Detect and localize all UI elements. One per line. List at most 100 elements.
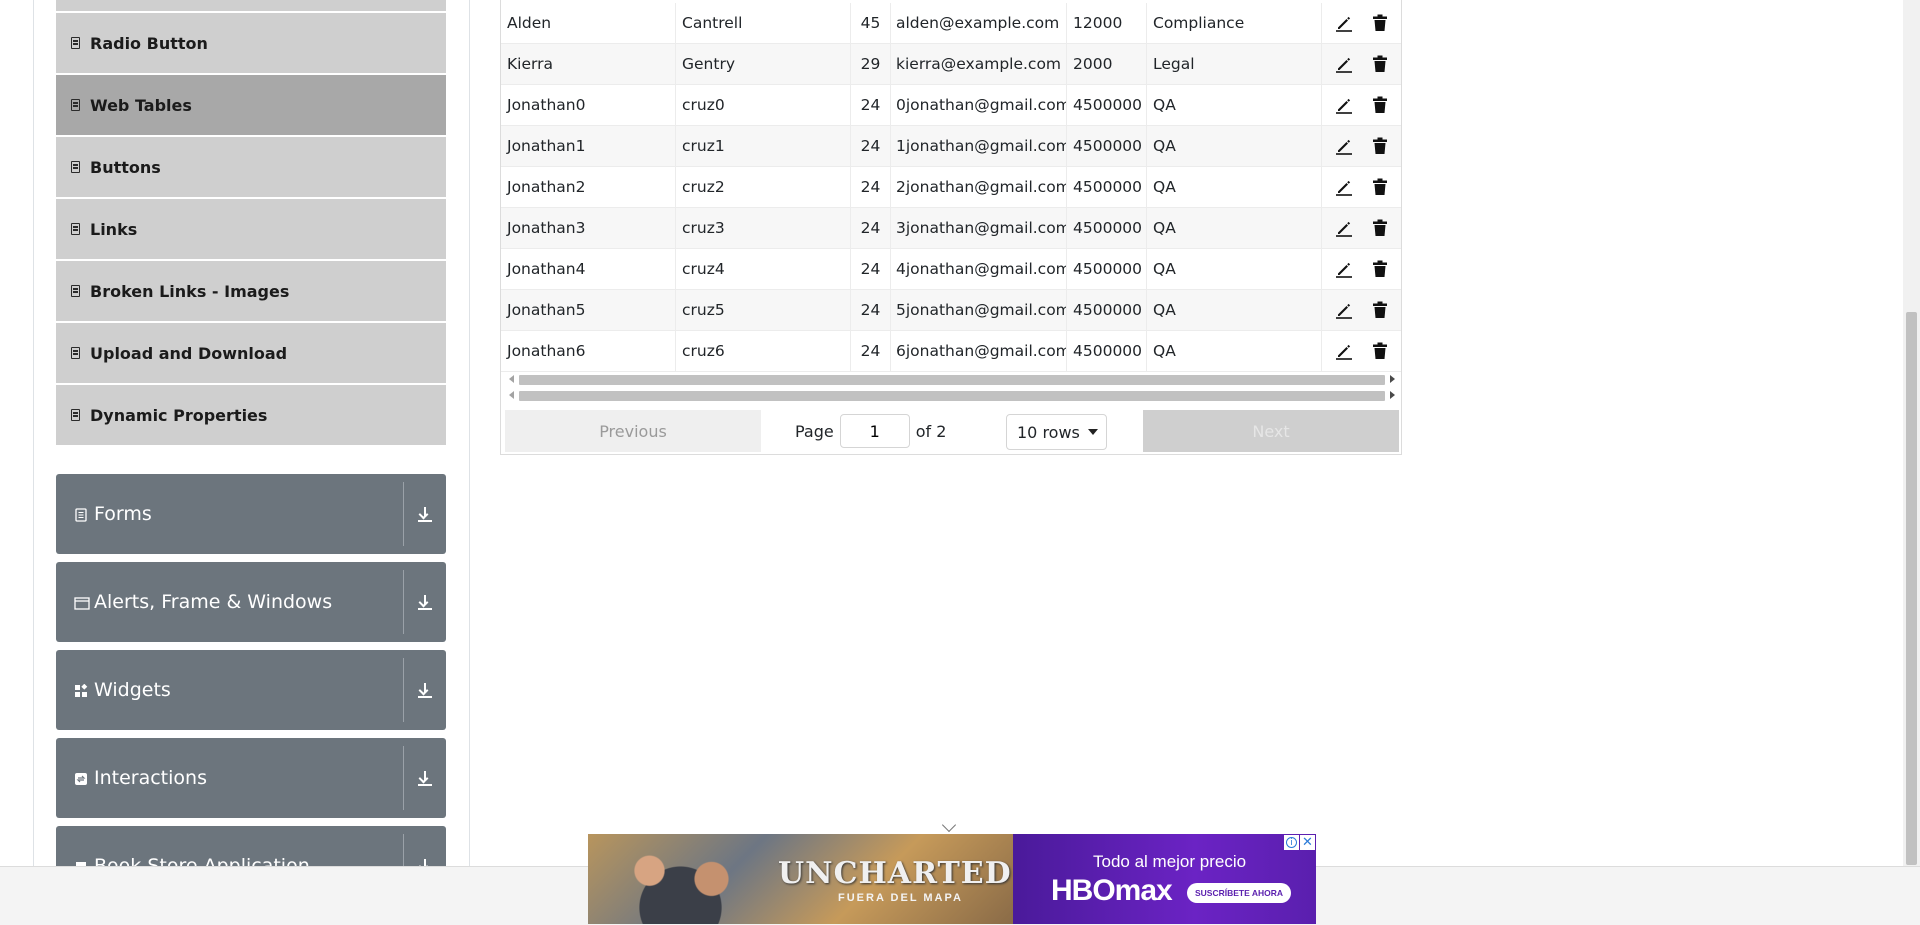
group-expand-button[interactable] [404, 594, 446, 610]
web-table: Alden Cantrell 45 alden@example.com 12000 Com… [500, 0, 1402, 455]
delete-icon[interactable] [1370, 94, 1390, 116]
scroll-left-arrow-icon[interactable] [509, 375, 514, 383]
ad-brand-panel[interactable]: Todo al mejor precio HBOmax SUSCRÍBETE A… [1013, 834, 1316, 924]
page-jump-input[interactable] [839, 414, 910, 448]
ad-movie-title: UNCHARTED [778, 856, 1012, 891]
download-arrow-icon [418, 682, 432, 698]
table-cell-last: cruz5 [676, 290, 851, 330]
delete-icon[interactable] [1370, 340, 1390, 362]
table-cell-first: Alden [501, 3, 676, 43]
table-cell-actions [1322, 126, 1401, 166]
download-arrow-icon [418, 858, 432, 866]
table-cell-salary: 4500000 [1067, 208, 1147, 248]
page-scrollbar-thumb[interactable] [1906, 312, 1917, 865]
advertisement-banner[interactable]: UNCHARTED FUERA DEL MAPA Todo al mejor p… [588, 834, 1316, 924]
table-cell-email: 6jonathan@gmail.com [891, 331, 1067, 371]
download-arrow-icon [418, 770, 432, 786]
sidebar-group-widgets[interactable]: Widgets [56, 650, 446, 730]
ad-brand-logo: HBOmax [1051, 874, 1173, 907]
table-cell-email: alden@example.com [891, 3, 1067, 43]
table-cell-last: cruz0 [676, 85, 851, 125]
sidebar-group-forms[interactable]: Forms [56, 474, 446, 554]
edit-icon[interactable] [1334, 135, 1354, 157]
edit-icon[interactable] [1334, 176, 1354, 198]
table-cell-salary: 12000 [1067, 3, 1147, 43]
table-cell-salary: 4500000 [1067, 126, 1147, 166]
table-cell-actions [1322, 167, 1401, 207]
table-cell-age: 45 [851, 3, 891, 43]
table-cell-email: 5jonathan@gmail.com [891, 290, 1067, 330]
table-cell-first: Kierra [501, 44, 676, 84]
sidebar-group-interactions[interactable]: Interactions [56, 738, 446, 818]
table-cell-first: Jonathan6 [501, 331, 676, 371]
delete-icon[interactable] [1370, 135, 1390, 157]
page-info: Page of 2 [795, 408, 946, 454]
ad-movie-panel[interactable]: UNCHARTED FUERA DEL MAPA [588, 834, 1013, 924]
table-cell-first: Jonathan1 [501, 126, 676, 166]
table-cell-email: 0jonathan@gmail.com [891, 85, 1067, 125]
table-row: Jonathan4 cruz4 24 4jonathan@gmail.com 45000… [501, 249, 1401, 290]
rows-per-page-select[interactable]: 10 rows [1006, 414, 1107, 450]
horizontal-scrollbar-2[interactable] [509, 389, 1395, 401]
group-expand-button[interactable] [404, 770, 446, 786]
table-cell-actions [1322, 85, 1401, 125]
table-cell-last: cruz6 [676, 331, 851, 371]
table-cell-age: 24 [851, 290, 891, 330]
table-cell-age: 24 [851, 249, 891, 289]
table-cell-actions [1322, 331, 1401, 371]
table-cell-last: cruz1 [676, 126, 851, 166]
table-row: Jonathan1 cruz1 24 1jonathan@gmail.com 45000… [501, 126, 1401, 167]
table-row: Jonathan2 cruz2 24 2jonathan@gmail.com 45000… [501, 167, 1401, 208]
table-cell-email: 4jonathan@gmail.com [891, 249, 1067, 289]
table-row: Jonathan6 cruz6 24 6jonathan@gmail.com 45000… [501, 331, 1401, 372]
table-cell-last: cruz4 [676, 249, 851, 289]
edit-icon[interactable] [1334, 53, 1354, 75]
edit-icon[interactable] [1334, 94, 1354, 116]
collapse-ad-chevron-icon[interactable] [941, 817, 957, 833]
table-cell-salary: 4500000 [1067, 290, 1147, 330]
table-row: Jonathan0 cruz0 24 0jonathan@gmail.com 45000… [501, 85, 1401, 126]
horizontal-scrollbar[interactable] [509, 373, 1395, 385]
table-cell-age: 24 [851, 208, 891, 248]
delete-icon[interactable] [1370, 299, 1390, 321]
sidebar-group-alerts-frame-windows[interactable]: Alerts, Frame & Windows [56, 562, 446, 642]
edit-icon[interactable] [1334, 258, 1354, 280]
table-cell-last: cruz2 [676, 167, 851, 207]
delete-icon[interactable] [1370, 176, 1390, 198]
scroll-right-arrow-icon[interactable] [1390, 391, 1395, 399]
table-cell-actions [1322, 3, 1401, 43]
table-cell-email: 1jonathan@gmail.com [891, 126, 1067, 166]
edit-icon[interactable] [1334, 12, 1354, 34]
edit-icon[interactable] [1334, 217, 1354, 239]
delete-icon[interactable] [1370, 12, 1390, 34]
download-arrow-icon [418, 594, 432, 610]
ad-close-icon[interactable]: ✕ [1300, 835, 1315, 850]
edit-icon[interactable] [1334, 299, 1354, 321]
table-cell-age: 24 [851, 85, 891, 125]
edit-icon[interactable] [1334, 340, 1354, 362]
scrollbar-thumb[interactable] [519, 391, 1385, 401]
ad-tagline: Todo al mejor precio [1093, 852, 1247, 871]
ad-info-icon[interactable]: i [1284, 835, 1299, 850]
previous-button[interactable]: Previous [505, 410, 761, 452]
group-expand-button[interactable] [404, 682, 446, 698]
group-expand-button[interactable] [404, 858, 446, 866]
scroll-left-arrow-icon[interactable] [509, 391, 514, 399]
page-vertical-scrollbar[interactable] [1903, 0, 1920, 866]
page-left-border [33, 0, 34, 866]
scroll-right-arrow-icon[interactable] [1390, 375, 1395, 383]
sidebar-group-book-store-application[interactable]: Book Store Application [56, 826, 446, 866]
delete-icon[interactable] [1370, 53, 1390, 75]
next-button[interactable]: Next [1143, 410, 1399, 452]
delete-icon[interactable] [1370, 258, 1390, 280]
delete-icon[interactable] [1370, 217, 1390, 239]
page-total-label: of 2 [915, 421, 947, 441]
column-divider [469, 0, 470, 866]
group-expand-button[interactable] [404, 506, 446, 522]
table-cell-first: Jonathan2 [501, 167, 676, 207]
table-row: Kierra Gentry 29 kierra@example.com 2000 Lega… [501, 44, 1401, 85]
ad-cta-button[interactable]: SUSCRÍBETE AHORA [1187, 883, 1291, 903]
table-cell-last: Cantrell [676, 3, 851, 43]
scrollbar-thumb[interactable] [519, 375, 1385, 385]
table-cell-department: QA [1147, 167, 1322, 207]
